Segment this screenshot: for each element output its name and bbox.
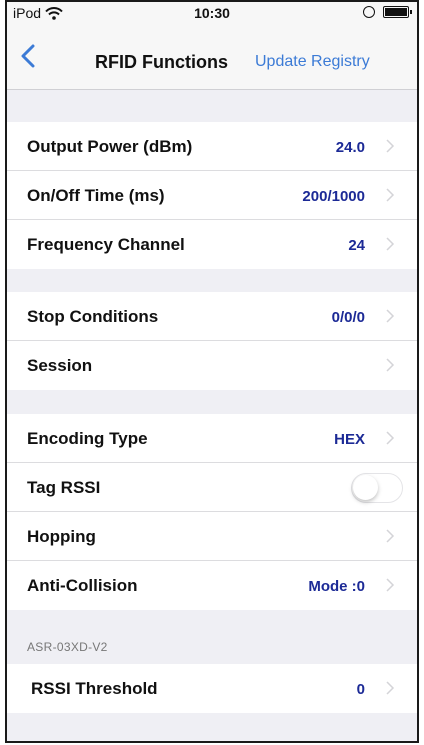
- row-value: HEX: [334, 431, 365, 448]
- alarm-icon: [363, 6, 375, 18]
- row-value: 24: [348, 237, 365, 254]
- chevron-right-icon: [386, 188, 395, 202]
- settings-group-tag: Encoding Type HEX Tag RSSI Hopping Anti-…: [7, 414, 417, 610]
- phone-frame: iPod 10:30 RFID Functions Update Registr…: [5, 0, 419, 743]
- row-tag-rssi: Tag RSSI: [7, 463, 417, 512]
- row-label: Output Power (dBm): [27, 137, 193, 156]
- chevron-right-icon: [386, 529, 395, 543]
- row-value: Mode :0: [308, 578, 365, 595]
- section-header-model: ASR-03XD-V2: [27, 640, 108, 654]
- chevron-right-icon: [386, 681, 395, 695]
- chevron-right-icon: [386, 578, 395, 592]
- chevron-right-icon: [386, 358, 395, 372]
- row-label: Anti-Collision: [27, 576, 138, 595]
- row-label: Stop Conditions: [27, 307, 159, 326]
- row-encoding-type[interactable]: Encoding Type HEX: [7, 414, 417, 463]
- chevron-right-icon: [386, 309, 395, 323]
- row-anti-collision[interactable]: Anti-Collision Mode :0: [7, 561, 417, 610]
- row-value: 24.0: [335, 139, 365, 156]
- update-registry-button[interactable]: Update Registry: [255, 53, 370, 71]
- settings-group-radio: Output Power (dBm) 24.0 On/Off Time (ms)…: [7, 122, 417, 269]
- row-output-power[interactable]: Output Power (dBm) 24.0: [7, 122, 417, 171]
- settings-group-threshold: RSSI Threshold 0: [7, 664, 417, 713]
- row-label: Hopping: [27, 527, 96, 546]
- row-value: 0: [356, 681, 365, 698]
- chevron-right-icon: [386, 431, 395, 445]
- row-rssi-threshold[interactable]: RSSI Threshold 0: [7, 664, 417, 713]
- row-value: 0/0/0: [331, 309, 365, 326]
- chevron-right-icon: [386, 139, 395, 153]
- status-bar: iPod 10:30: [7, 2, 417, 24]
- row-stop-conditions[interactable]: Stop Conditions 0/0/0: [7, 292, 417, 341]
- status-time: 10:30: [194, 5, 230, 21]
- battery-icon: [383, 6, 412, 18]
- back-chevron-icon[interactable]: [19, 44, 39, 68]
- toggle-knob: [353, 475, 378, 500]
- settings-group-inventory: Stop Conditions 0/0/0 Session: [7, 292, 417, 390]
- row-label: On/Off Time (ms): [27, 186, 165, 205]
- row-label: Frequency Channel: [27, 235, 185, 254]
- row-frequency-channel[interactable]: Frequency Channel 24: [7, 220, 417, 269]
- row-label: Encoding Type: [27, 429, 148, 448]
- row-session[interactable]: Session: [7, 341, 417, 390]
- row-hopping[interactable]: Hopping: [7, 512, 417, 561]
- status-right: [363, 6, 412, 18]
- row-value: 200/1000: [302, 188, 365, 205]
- row-label: RSSI Threshold: [31, 679, 158, 698]
- nav-bar: RFID Functions Update Registry: [7, 24, 417, 90]
- chevron-right-icon: [386, 237, 395, 251]
- tag-rssi-toggle[interactable]: [351, 473, 403, 503]
- row-label: Tag RSSI: [27, 478, 101, 497]
- row-on-off-time[interactable]: On/Off Time (ms) 200/1000: [7, 171, 417, 220]
- page-title: RFID Functions: [95, 52, 228, 72]
- row-label: Session: [27, 356, 93, 375]
